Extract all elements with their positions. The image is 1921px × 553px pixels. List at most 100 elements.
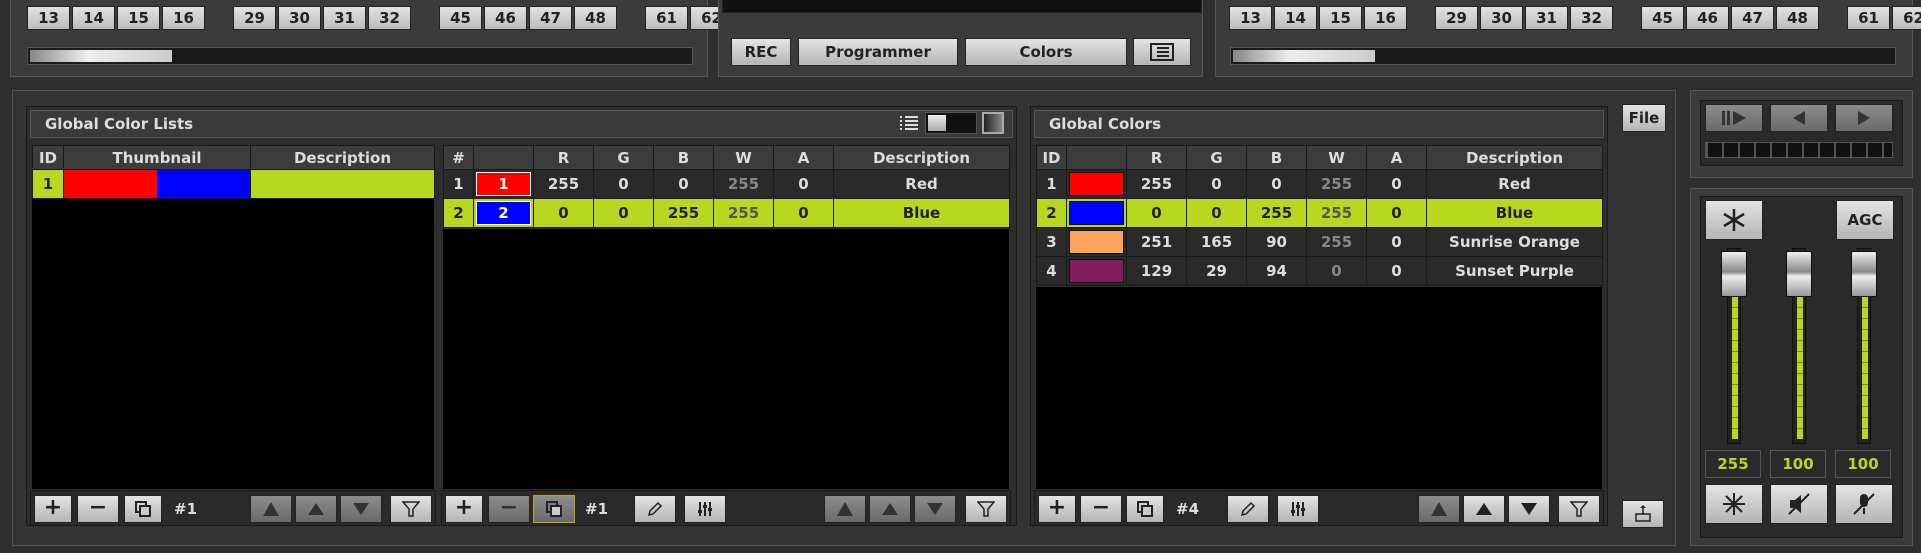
column-header-thumbnail[interactable]: Thumbnail bbox=[63, 145, 251, 170]
edit-entry-button[interactable] bbox=[634, 495, 676, 523]
column-header-r[interactable]: R bbox=[533, 145, 594, 170]
color-id-cell[interactable]: 1 bbox=[1036, 169, 1067, 199]
color-id-cell[interactable]: 3 bbox=[1036, 227, 1067, 257]
white-cell[interactable]: 255 bbox=[713, 198, 774, 228]
filter-list-button[interactable] bbox=[390, 495, 432, 523]
channel-number-button[interactable]: 29 bbox=[1435, 6, 1478, 30]
column-header-swatch[interactable] bbox=[473, 145, 534, 170]
green-cell[interactable]: 0 bbox=[1186, 169, 1247, 199]
column-header-b[interactable]: B bbox=[1246, 145, 1307, 170]
amber-cell[interactable]: 0 bbox=[1366, 256, 1427, 286]
entry-number-cell[interactable]: 2 bbox=[443, 198, 474, 228]
fader-track[interactable] bbox=[1851, 248, 1877, 444]
red-cell[interactable]: 251 bbox=[1126, 227, 1187, 257]
amber-cell[interactable]: 0 bbox=[773, 169, 834, 199]
red-cell[interactable]: 0 bbox=[1126, 198, 1187, 228]
remove-entry-button[interactable]: − bbox=[488, 495, 530, 523]
channel-number-button[interactable]: 30 bbox=[278, 6, 321, 30]
rec-button[interactable]: REC bbox=[731, 38, 791, 66]
fader-track[interactable] bbox=[1721, 248, 1747, 444]
channel-number-button[interactable]: 32 bbox=[1570, 6, 1613, 30]
column-header-a[interactable]: A bbox=[773, 145, 834, 170]
edit-color-button[interactable] bbox=[1227, 495, 1269, 523]
channel-number-button[interactable]: 16 bbox=[162, 6, 205, 30]
amber-cell[interactable]: 0 bbox=[773, 198, 834, 228]
add-color-button[interactable]: + bbox=[1038, 495, 1076, 523]
column-header-swatch[interactable] bbox=[1066, 145, 1127, 170]
mic-mute-button[interactable] bbox=[1835, 484, 1893, 524]
color-id-cell[interactable]: 4 bbox=[1036, 256, 1067, 286]
move-down-button[interactable] bbox=[1508, 495, 1550, 523]
channel-number-button[interactable]: 15 bbox=[1319, 6, 1362, 30]
mixer-color-button[interactable] bbox=[1277, 495, 1319, 523]
next-button[interactable] bbox=[1835, 104, 1893, 132]
strobe-mute-button[interactable] bbox=[1705, 484, 1763, 524]
red-cell[interactable]: 0 bbox=[533, 198, 594, 228]
move-up-button[interactable] bbox=[295, 495, 337, 523]
column-header-r[interactable]: R bbox=[1126, 145, 1187, 170]
table-row[interactable]: 1 1 255 0 0 255 0 Red bbox=[443, 169, 1010, 199]
column-header-number[interactable]: # bbox=[443, 145, 474, 170]
column-header-a[interactable]: A bbox=[1366, 145, 1427, 170]
filter-colors-button[interactable] bbox=[1558, 495, 1600, 523]
column-header-description[interactable]: Description bbox=[1426, 145, 1603, 170]
green-cell[interactable]: 0 bbox=[1186, 198, 1247, 228]
channel-number-button[interactable]: 46 bbox=[484, 6, 527, 30]
filter-entries-button[interactable] bbox=[965, 495, 1007, 523]
audio-mute-button[interactable] bbox=[1770, 484, 1828, 524]
channel-number-button[interactable]: 14 bbox=[1274, 6, 1317, 30]
move-up-button[interactable] bbox=[1463, 495, 1505, 523]
channel-number-button[interactable]: 13 bbox=[27, 6, 70, 30]
channel-number-button[interactable]: 45 bbox=[439, 6, 482, 30]
green-cell[interactable]: 0 bbox=[593, 169, 654, 199]
play-pause-button[interactable] bbox=[1705, 104, 1763, 132]
description-cell[interactable]: Red bbox=[1426, 169, 1603, 199]
column-header-description[interactable]: Description bbox=[250, 145, 435, 170]
column-header-g[interactable]: G bbox=[1186, 145, 1247, 170]
description-cell[interactable]: Blue bbox=[1426, 198, 1603, 228]
amber-cell[interactable]: 0 bbox=[1366, 198, 1427, 228]
top-right-slider[interactable] bbox=[1230, 47, 1896, 65]
column-header-description[interactable]: Description bbox=[833, 145, 1010, 170]
duplicate-list-button[interactable] bbox=[124, 495, 162, 523]
blue-cell[interactable]: 255 bbox=[1246, 198, 1307, 228]
swatch-cell[interactable]: 1 bbox=[473, 169, 534, 199]
column-header-id[interactable]: ID bbox=[32, 145, 64, 170]
duplicate-color-button[interactable] bbox=[1126, 495, 1164, 523]
column-header-b[interactable]: B bbox=[653, 145, 714, 170]
remove-list-button[interactable]: − bbox=[77, 495, 119, 523]
add-entry-button[interactable]: + bbox=[445, 495, 483, 523]
red-cell[interactable]: 255 bbox=[1126, 169, 1187, 199]
view-size-slider[interactable] bbox=[925, 112, 977, 134]
entry-number-cell[interactable]: 1 bbox=[443, 169, 474, 199]
description-cell[interactable]: Red bbox=[833, 169, 1010, 199]
green-cell[interactable]: 0 bbox=[593, 198, 654, 228]
channel-number-button[interactable]: 47 bbox=[529, 6, 572, 30]
view-mode-grid-icon[interactable] bbox=[982, 112, 1004, 134]
top-left-slider[interactable] bbox=[27, 47, 693, 65]
channel-number-button[interactable]: 32 bbox=[368, 6, 411, 30]
column-header-g[interactable]: G bbox=[593, 145, 654, 170]
red-cell[interactable]: 129 bbox=[1126, 256, 1187, 286]
fader-knob[interactable] bbox=[1721, 251, 1747, 297]
channel-number-button[interactable]: 13 bbox=[1229, 6, 1272, 30]
list-description-cell[interactable] bbox=[250, 169, 435, 199]
swatch-cell[interactable] bbox=[1066, 227, 1127, 257]
description-cell[interactable]: Sunrise Orange bbox=[1426, 227, 1603, 257]
white-cell[interactable]: 255 bbox=[1306, 169, 1367, 199]
channel-number-button[interactable]: 61 bbox=[1847, 6, 1890, 30]
colors-button[interactable]: Colors bbox=[965, 38, 1127, 66]
channel-number-button[interactable]: 62 bbox=[1892, 6, 1921, 30]
channel-number-button[interactable]: 31 bbox=[323, 6, 366, 30]
previous-button[interactable] bbox=[1770, 104, 1828, 132]
description-cell[interactable]: Sunset Purple bbox=[1426, 256, 1603, 286]
amber-cell[interactable]: 0 bbox=[1366, 227, 1427, 257]
view-mode-list-icon[interactable] bbox=[898, 113, 920, 133]
table-row[interactable]: 2 0 0 255 255 0 Blue bbox=[1036, 198, 1603, 228]
white-cell[interactable]: 255 bbox=[1306, 198, 1367, 228]
transport-timeline[interactable] bbox=[1705, 142, 1893, 158]
blue-cell[interactable]: 94 bbox=[1246, 256, 1307, 286]
channel-number-button[interactable]: 29 bbox=[233, 6, 276, 30]
freeze-button[interactable] bbox=[1705, 200, 1763, 240]
green-cell[interactable]: 165 bbox=[1186, 227, 1247, 257]
